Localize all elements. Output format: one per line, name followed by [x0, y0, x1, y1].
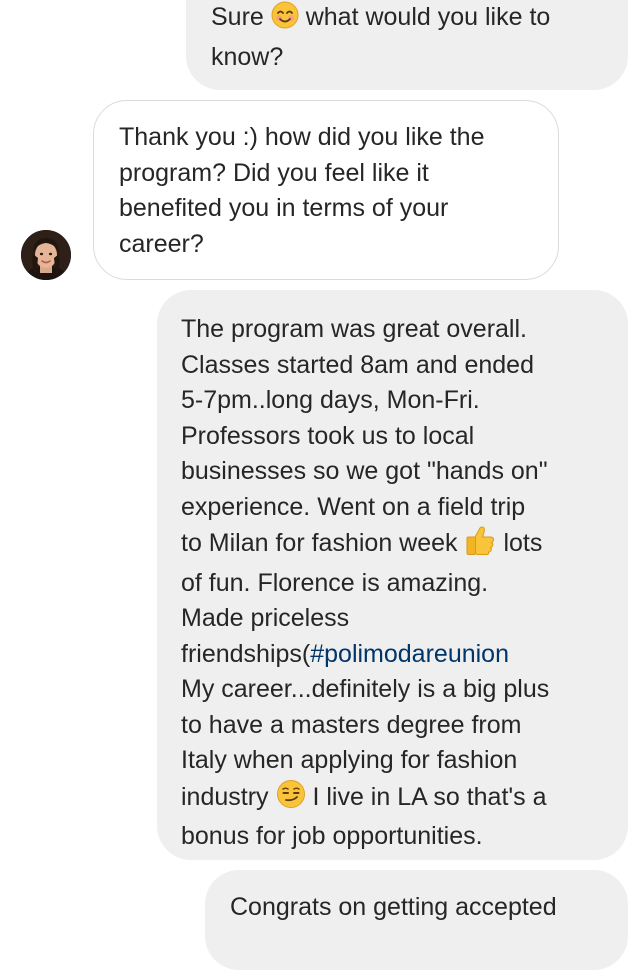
message-line: experience. Went on a field trip	[181, 492, 526, 521]
message-line: career?	[119, 229, 204, 258]
message-text: lots	[503, 529, 543, 557]
message-text: to Milan for fashion week	[181, 529, 458, 557]
message-line: The program was great overall.	[181, 315, 527, 343]
message-text: industry	[181, 782, 269, 811]
message-line: 5-7pm..long days, Mon-Fri.	[181, 386, 480, 414]
message-line: program? Did you feel like it	[119, 158, 429, 187]
message-text: I live in LA so that's a	[312, 782, 547, 811]
message-line: Classes started 8am and ended	[181, 350, 534, 379]
message-line: friendships(#polimodareunion	[181, 637, 608, 673]
message-line: of fun. Florence is amazing.	[181, 568, 489, 597]
message-line: Italy when applying for fashion	[181, 746, 518, 774]
message-text: Sure	[211, 3, 264, 31]
contact-avatar[interactable]	[21, 230, 71, 280]
message-line: industry I live in LA so that's a	[181, 779, 608, 820]
smiling-face-emoji-icon	[271, 1, 299, 40]
message-bubble-sent[interactable]: Sure what would you like to know?	[186, 0, 628, 90]
message-line: know?	[211, 42, 284, 71]
message-line: Thank you :) how did you like the	[119, 123, 485, 151]
message-line: to have a masters degree from	[181, 710, 522, 739]
message-line: to Milan for fashion week lots	[181, 525, 608, 566]
message-line: businesses so we got "hands on"	[181, 457, 548, 485]
message-bubble-sent[interactable]: Congrats on getting accepted	[205, 870, 628, 970]
message-line: benefited you in terms of your	[119, 194, 449, 222]
message-line: My career...definitely is a big plus	[181, 675, 550, 703]
message-bubble-sent[interactable]: The program was great overall. Classes s…	[157, 290, 628, 860]
message-line: Congrats on getting accepted	[230, 893, 557, 921]
thumbs-up-emoji-icon	[464, 525, 496, 566]
hashtag-link[interactable]: #polimodareunion	[310, 640, 509, 668]
message-line: Made priceless	[181, 604, 350, 632]
message-line: Sure what would you like to	[211, 0, 604, 40]
message-line: Professors took us to local	[181, 421, 475, 450]
smirking-face-emoji-icon	[276, 779, 306, 820]
message-text: friendships(	[181, 639, 311, 668]
message-text: what would you like to	[305, 3, 551, 31]
message-line: bonus for job opportunities.	[181, 822, 483, 850]
message-bubble-received[interactable]: Thank you :) how did you like the progra…	[93, 100, 559, 280]
